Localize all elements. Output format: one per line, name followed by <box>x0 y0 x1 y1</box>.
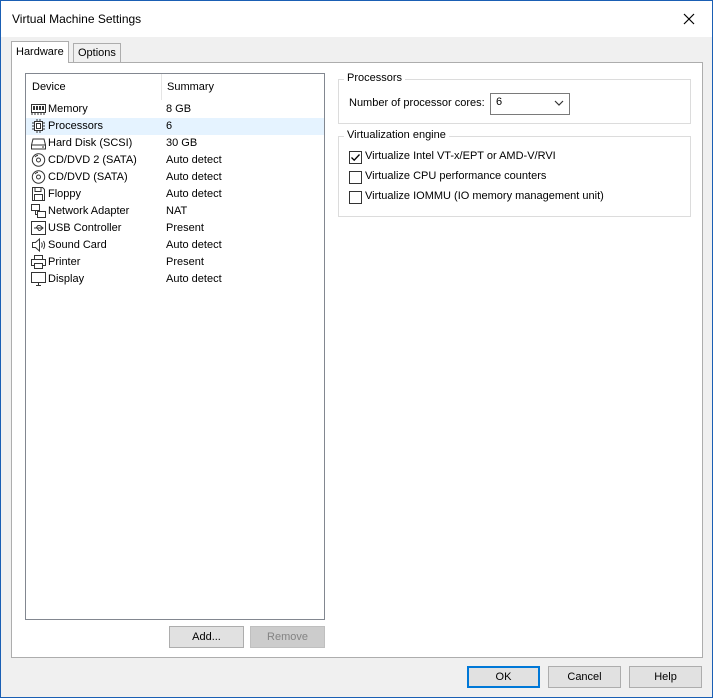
help-button[interactable]: Help <box>629 666 702 688</box>
processor-icon <box>32 119 45 133</box>
add-button-label: Add... <box>192 631 221 643</box>
device-rows: Memory 8 GB Processors 6 Hard Disk (SCSI… <box>26 101 324 288</box>
device-summary: Present <box>166 256 204 268</box>
chevron-down-icon <box>554 100 564 106</box>
floppy-icon <box>32 187 45 201</box>
device-name: CD/DVD 2 (SATA) <box>48 154 137 166</box>
monitor-icon <box>31 272 46 286</box>
help-button-label: Help <box>654 671 677 683</box>
cancel-button-label: Cancel <box>567 671 602 683</box>
vm-settings-window: Virtual Machine Settings Hardware Option… <box>0 0 713 698</box>
device-name: Printer <box>48 256 81 268</box>
processors-group: Processors Number of processor cores: 6 <box>338 72 691 124</box>
virtualize-iommu-checkbox[interactable] <box>349 191 362 204</box>
device-summary: 8 GB <box>166 103 192 115</box>
device-row-cd-dvd-2[interactable]: CD/DVD 2 (SATA) Auto detect <box>26 152 324 169</box>
device-name: Floppy <box>48 188 82 200</box>
hard-disk-icon <box>31 138 46 150</box>
device-row-display[interactable]: Display Auto detect <box>26 271 324 288</box>
device-summary: Present <box>166 222 204 234</box>
device-list-header: Device Summary <box>26 74 324 100</box>
device-list[interactable]: Device Summary Memory 8 GB Processors 6 … <box>25 73 325 620</box>
usb-icon <box>31 221 46 235</box>
device-name: CD/DVD (SATA) <box>48 171 128 183</box>
cores-label: Number of processor cores: <box>349 97 485 109</box>
virtualize-cpu-counters-label: Virtualize CPU performance counters <box>365 170 547 182</box>
cancel-button[interactable]: Cancel <box>548 666 621 688</box>
device-summary: 6 <box>166 120 173 132</box>
virtualization-group-title: Virtualization engine <box>344 129 449 141</box>
device-row-processors[interactable]: Processors 6 <box>26 118 324 135</box>
device-summary: 30 GB <box>166 137 198 149</box>
device-row-cd-dvd[interactable]: CD/DVD (SATA) Auto detect <box>26 169 324 186</box>
device-row-sound-card[interactable]: Sound Card Auto detect <box>26 237 324 254</box>
device-row-hard-disk[interactable]: Hard Disk (SCSI) 30 GB <box>26 135 324 152</box>
hardware-panel: Device Summary Memory 8 GB Processors 6 … <box>11 62 703 658</box>
device-name: Hard Disk (SCSI) <box>48 137 133 149</box>
device-name: Memory <box>48 103 88 115</box>
close-button[interactable] <box>666 1 712 37</box>
virtualization-engine-group: Virtualization engine Virtualize Intel V… <box>338 129 691 217</box>
remove-button-label: Remove <box>267 631 308 643</box>
device-name: Sound Card <box>48 239 107 251</box>
device-row-network-adapter[interactable]: Network Adapter NAT <box>26 203 324 220</box>
speaker-icon <box>32 238 46 252</box>
device-summary: Auto detect <box>166 188 222 200</box>
remove-button[interactable]: Remove <box>250 626 325 648</box>
device-name: Processors <box>48 120 104 132</box>
tab-hardware-label: Hardware <box>16 46 64 58</box>
printer-icon <box>31 255 46 269</box>
cd-dvd-icon <box>31 170 46 184</box>
add-button[interactable]: Add... <box>169 626 244 648</box>
close-icon <box>683 13 695 25</box>
processors-group-title: Processors <box>344 72 406 84</box>
device-name: Display <box>48 273 85 285</box>
column-header-device[interactable]: Device <box>26 74 162 100</box>
cd-dvd-icon <box>31 153 46 167</box>
checkmark-icon <box>351 154 360 162</box>
ok-button-label: OK <box>495 671 512 683</box>
device-row-usb-controller[interactable]: USB Controller Present <box>26 220 324 237</box>
ok-button[interactable]: OK <box>467 666 540 688</box>
device-name: Network Adapter <box>48 205 130 217</box>
virtualize-iommu-label: Virtualize IOMMU (IO memory management u… <box>365 190 604 202</box>
device-summary: Auto detect <box>166 273 222 285</box>
device-name: USB Controller <box>48 222 122 234</box>
processor-cores-value: 6 <box>496 96 503 108</box>
tab-options[interactable]: Options <box>73 43 121 62</box>
title-bar: Virtual Machine Settings <box>1 1 712 37</box>
device-row-printer[interactable]: Printer Present <box>26 254 324 271</box>
virtualize-vtx-checkbox[interactable] <box>349 151 362 164</box>
device-summary: Auto detect <box>166 239 222 251</box>
device-summary: NAT <box>166 205 188 217</box>
device-row-memory[interactable]: Memory 8 GB <box>26 101 324 118</box>
window-title: Virtual Machine Settings <box>12 12 142 26</box>
device-summary: Auto detect <box>166 154 222 166</box>
virtualize-vtx-label: Virtualize Intel VT-x/EPT or AMD-V/RVI <box>365 150 556 162</box>
device-summary: Auto detect <box>166 171 222 183</box>
memory-icon <box>31 104 46 115</box>
network-adapter-icon <box>31 204 46 218</box>
column-header-summary[interactable]: Summary <box>161 74 317 100</box>
processor-cores-select[interactable]: 6 <box>490 93 570 115</box>
virtualize-cpu-counters-checkbox[interactable] <box>349 171 362 184</box>
device-row-floppy[interactable]: Floppy Auto detect <box>26 186 324 203</box>
tab-options-label: Options <box>78 47 116 59</box>
tab-hardware[interactable]: Hardware <box>11 41 69 63</box>
